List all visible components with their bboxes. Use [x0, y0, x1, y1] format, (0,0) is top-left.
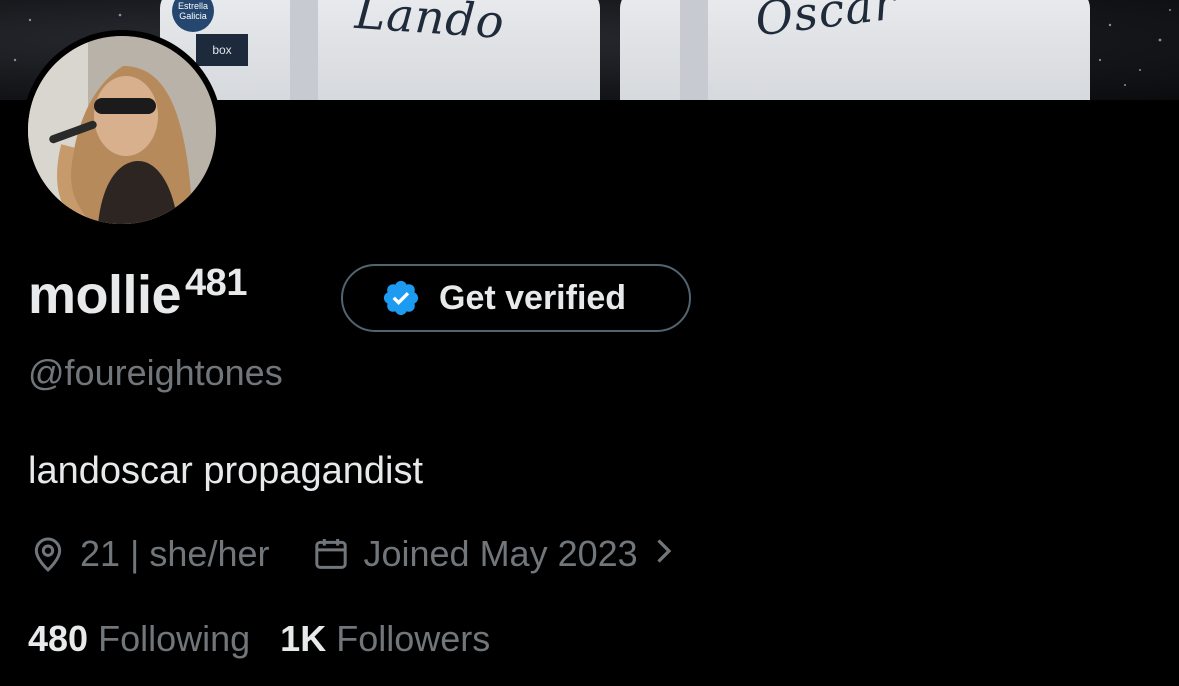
banner-suit-left: Estrella Galicia box Lando — [160, 0, 600, 100]
location-text: 21 | she/her — [80, 533, 270, 574]
banner-name-right: Oscar — [752, 0, 900, 47]
followers-label: Followers — [336, 618, 491, 659]
display-name-suffix: 481 — [185, 262, 247, 304]
display-name: mollie 481 — [28, 262, 247, 326]
avatar-frame[interactable] — [22, 30, 222, 230]
following-count: 480 — [28, 618, 89, 659]
chevron-right-icon[interactable] — [652, 533, 674, 575]
get-verified-label: Get verified — [439, 278, 627, 317]
location-pin-icon — [28, 534, 68, 574]
display-name-text: mollie — [28, 265, 182, 325]
user-handle: @foureightones — [28, 352, 283, 393]
follow-stats: 480 Following 1K Followers — [28, 618, 490, 660]
following-link[interactable]: 480 Following — [28, 618, 250, 659]
joined-date: Joined May 2023 — [363, 533, 638, 574]
banner-suit-right: Oscar — [620, 0, 1090, 100]
calendar-icon — [311, 534, 351, 574]
profile-bio: landoscar propagandist — [28, 450, 424, 492]
banner-patch: Estrella Galicia — [172, 0, 214, 32]
followers-link[interactable]: 1K Followers — [280, 618, 490, 659]
avatar-photo — [28, 36, 216, 224]
verified-badge-icon — [381, 278, 421, 318]
following-label: Following — [98, 618, 251, 659]
get-verified-button[interactable]: Get verified — [341, 264, 691, 332]
followers-count: 1K — [280, 618, 327, 659]
profile-meta: 21 | she/her Joined May 2023 — [28, 532, 674, 576]
banner-name-left: Lando — [353, 0, 507, 50]
avatar[interactable] — [28, 36, 216, 224]
